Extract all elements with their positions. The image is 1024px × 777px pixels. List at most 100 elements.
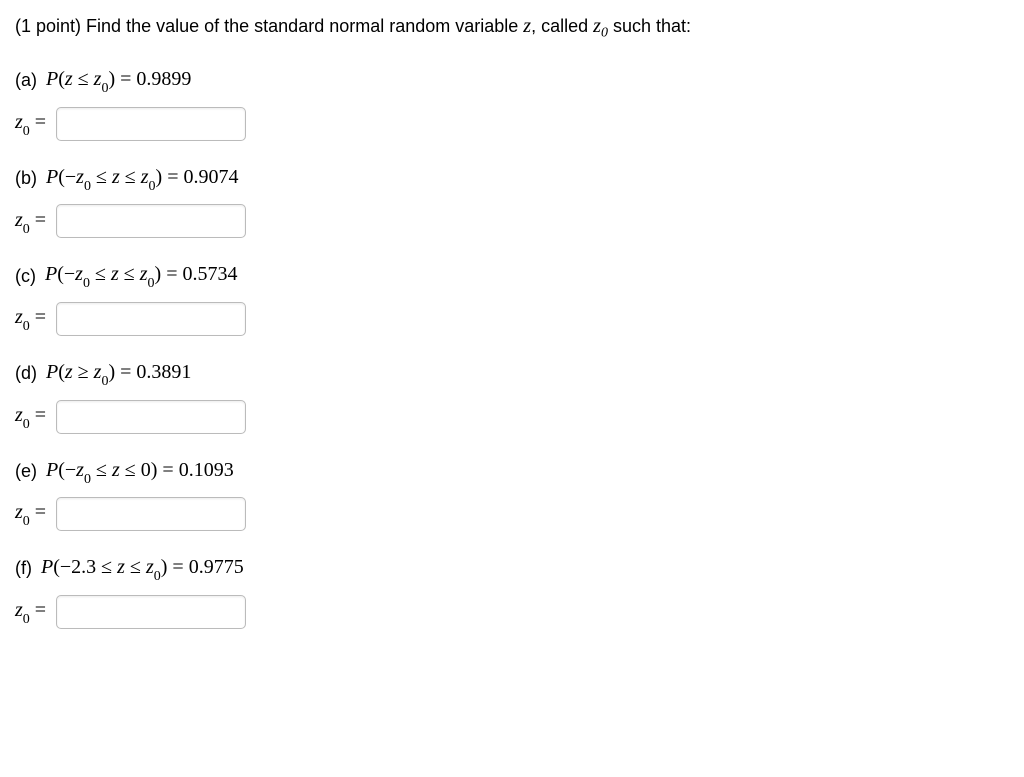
part-f: (f) P(−2.3 ≤ z ≤ z0) = 0.9775 z0 = bbox=[15, 553, 1009, 629]
z0-base: z bbox=[141, 166, 149, 188]
operator-leq: ≤ bbox=[91, 166, 112, 188]
value: 0.3891 bbox=[136, 361, 191, 383]
z0-sub: 0 bbox=[601, 26, 608, 41]
answer-label: z0 = bbox=[15, 498, 46, 530]
z0-sub: 0 bbox=[23, 417, 30, 432]
z0-sub: 0 bbox=[23, 222, 30, 237]
answer-label: z0 = bbox=[15, 596, 46, 628]
question-preamble: (1 point) Find the value of the standard… bbox=[15, 12, 1009, 43]
operator-leq: ≤ bbox=[73, 68, 94, 90]
z0-sub: 0 bbox=[84, 472, 91, 487]
part-label: (b) bbox=[15, 166, 37, 191]
variable-z: z bbox=[523, 15, 531, 37]
negative-sign: − bbox=[65, 459, 76, 481]
equals: = bbox=[30, 404, 46, 426]
number: 2.3 bbox=[71, 556, 96, 578]
z0-base: z bbox=[15, 599, 23, 621]
part-label: (e) bbox=[15, 459, 37, 484]
paren-open: ( bbox=[58, 459, 65, 481]
value: 0.9074 bbox=[183, 166, 238, 188]
z0-base: z bbox=[75, 263, 83, 285]
var-z: z bbox=[117, 556, 125, 578]
prob-P: P bbox=[46, 68, 58, 90]
equals: = bbox=[115, 68, 136, 90]
part-label: (c) bbox=[15, 264, 36, 289]
prob-P: P bbox=[46, 361, 58, 383]
z0-sub: 0 bbox=[23, 612, 30, 627]
z0-base: z bbox=[76, 166, 84, 188]
answer-label: z0 = bbox=[15, 401, 46, 433]
part-label: (d) bbox=[15, 361, 37, 386]
var-z: z bbox=[65, 361, 73, 383]
operator-leq: ≤ bbox=[125, 556, 146, 578]
part-d: (d) P(z ≥ z0) = 0.3891 z0 = bbox=[15, 358, 1009, 434]
z0-base: z bbox=[76, 459, 84, 481]
operator-leq: ≤ bbox=[96, 556, 117, 578]
var-z: z bbox=[112, 166, 120, 188]
equals: = bbox=[30, 599, 46, 621]
part-c: (c) P(−z0 ≤ z ≤ z0) = 0.5734 z0 = bbox=[15, 260, 1009, 336]
part-a: (a) P(z ≤ z0) = 0.9899 z0 = bbox=[15, 65, 1009, 141]
z0-sub: 0 bbox=[148, 276, 155, 291]
paren-open: ( bbox=[58, 361, 65, 383]
z0-base: z bbox=[593, 15, 601, 37]
prob-P: P bbox=[45, 263, 57, 285]
z0-sub: 0 bbox=[101, 81, 108, 96]
part-f-expression: (f) P(−2.3 ≤ z ≤ z0) = 0.9775 bbox=[15, 553, 1009, 585]
answer-input-c[interactable] bbox=[56, 302, 246, 336]
equals: = bbox=[30, 501, 46, 523]
zero: 0 bbox=[141, 459, 151, 481]
answer-row-e: z0 = bbox=[15, 497, 1009, 531]
var-z: z bbox=[112, 459, 120, 481]
equals: = bbox=[162, 166, 183, 188]
answer-label: z0 = bbox=[15, 108, 46, 140]
z0-base: z bbox=[15, 111, 23, 133]
answer-input-f[interactable] bbox=[56, 595, 246, 629]
z0-sub: 0 bbox=[23, 319, 30, 334]
answer-row-f: z0 = bbox=[15, 595, 1009, 629]
part-e: (e) P(−z0 ≤ z ≤ 0) = 0.1093 z0 = bbox=[15, 456, 1009, 532]
equals: = bbox=[157, 459, 178, 481]
part-b: (b) P(−z0 ≤ z ≤ z0) = 0.9074 z0 = bbox=[15, 163, 1009, 239]
answer-input-e[interactable] bbox=[56, 497, 246, 531]
value: 0.5734 bbox=[182, 263, 237, 285]
prob-P: P bbox=[41, 556, 53, 578]
z0-sub: 0 bbox=[84, 179, 91, 194]
part-label: (f) bbox=[15, 556, 32, 581]
equals: = bbox=[30, 209, 46, 231]
points-label: (1 point) bbox=[15, 16, 81, 36]
equals: = bbox=[30, 306, 46, 328]
operator-leq: ≤ bbox=[119, 263, 140, 285]
value: 0.9775 bbox=[189, 556, 244, 578]
negative-sign: − bbox=[64, 263, 75, 285]
preamble-text1: Find the value of the standard normal ra… bbox=[81, 16, 523, 36]
operator-leq: ≤ bbox=[90, 263, 111, 285]
answer-input-d[interactable] bbox=[56, 400, 246, 434]
z0-base: z bbox=[140, 263, 148, 285]
value: 0.9899 bbox=[136, 68, 191, 90]
answer-input-a[interactable] bbox=[56, 107, 246, 141]
answer-input-b[interactable] bbox=[56, 204, 246, 238]
negative-sign: − bbox=[65, 166, 76, 188]
z0-base: z bbox=[15, 306, 23, 328]
paren-open: ( bbox=[58, 68, 65, 90]
negative-sign: − bbox=[60, 556, 71, 578]
part-d-expression: (d) P(z ≥ z0) = 0.3891 bbox=[15, 358, 1009, 390]
equals: = bbox=[30, 111, 46, 133]
part-e-expression: (e) P(−z0 ≤ z ≤ 0) = 0.1093 bbox=[15, 456, 1009, 488]
z0-base: z bbox=[15, 501, 23, 523]
paren-open: ( bbox=[53, 556, 60, 578]
operator-leq: ≤ bbox=[120, 459, 141, 481]
equals: = bbox=[115, 361, 136, 383]
paren-open: ( bbox=[58, 166, 65, 188]
part-a-expression: (a) P(z ≤ z0) = 0.9899 bbox=[15, 65, 1009, 97]
answer-row-d: z0 = bbox=[15, 400, 1009, 434]
part-c-expression: (c) P(−z0 ≤ z ≤ z0) = 0.5734 bbox=[15, 260, 1009, 292]
equals: = bbox=[161, 263, 182, 285]
z0-sub: 0 bbox=[23, 124, 30, 139]
paren-open: ( bbox=[57, 263, 64, 285]
part-b-expression: (b) P(−z0 ≤ z ≤ z0) = 0.9074 bbox=[15, 163, 1009, 195]
answer-row-b: z0 = bbox=[15, 204, 1009, 238]
preamble-text3: such that: bbox=[608, 16, 691, 36]
value: 0.1093 bbox=[179, 459, 234, 481]
